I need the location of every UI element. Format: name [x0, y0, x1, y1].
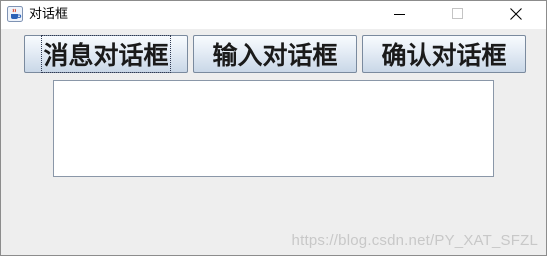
watermark-text: https://blog.csdn.net/PY_XAT_SFZL [291, 232, 538, 249]
dialog-window: 对话框 消息对话框 输入对话框 确认对话框 https://blog.csdn.… [0, 0, 547, 256]
close-icon [510, 8, 522, 20]
confirm-dialog-button-label: 确认对话框 [381, 41, 507, 70]
input-dialog-button-label: 输入对话框 [212, 41, 338, 70]
minimize-icon [394, 14, 405, 15]
maximize-button[interactable] [435, 1, 481, 29]
input-dialog-button[interactable]: 输入对话框 [193, 35, 357, 73]
message-dialog-button[interactable]: 消息对话框 [24, 35, 188, 73]
window-title: 对话框 [29, 7, 69, 22]
java-coffee-cup-icon[interactable] [7, 6, 23, 22]
maximize-icon [452, 8, 463, 19]
output-text-area[interactable] [53, 80, 494, 177]
close-button[interactable] [493, 1, 539, 29]
confirm-dialog-button[interactable]: 确认对话框 [362, 35, 526, 73]
message-dialog-button-label: 消息对话框 [41, 35, 171, 73]
title-bar[interactable]: 对话框 [1, 1, 546, 29]
content-panel: 消息对话框 输入对话框 确认对话框 https://blog.csdn.net/… [1, 29, 546, 255]
minimize-button[interactable] [377, 1, 423, 29]
